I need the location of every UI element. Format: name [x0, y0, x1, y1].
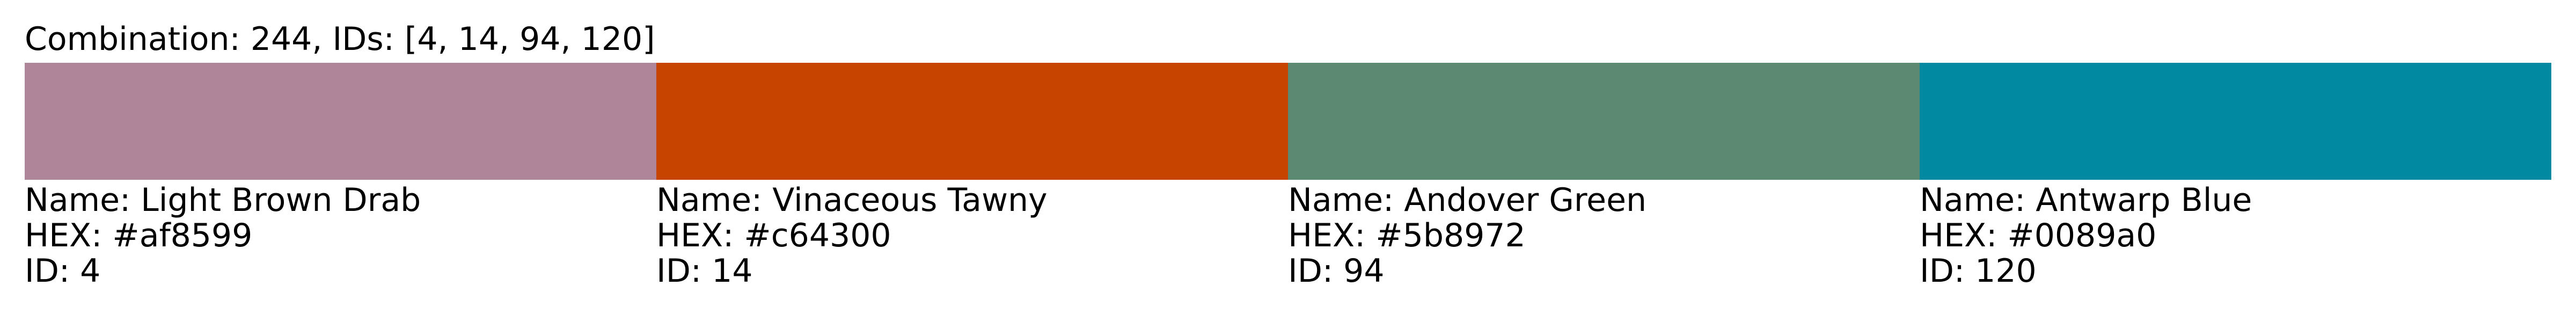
color-id: ID: 94	[1288, 252, 1385, 290]
swatch-antwarp-blue	[1920, 63, 2551, 180]
swatch-light-brown-drab	[25, 63, 656, 180]
color-label-vinaceous-tawny: Name: Vinaceous Tawny HEX: #c64300 ID: 1…	[656, 182, 1288, 289]
color-name: Name: Vinaceous Tawny	[656, 181, 1048, 219]
color-label-andover-green: Name: Andover Green HEX: #5b8972 ID: 94	[1288, 182, 1920, 289]
swatch-andover-green	[1288, 63, 1920, 180]
swatch-vinaceous-tawny	[656, 63, 1288, 180]
color-hex: HEX: #0089a0	[1920, 217, 2157, 254]
swatch-strip	[25, 63, 2551, 180]
color-label-light-brown-drab: Name: Light Brown Drab HEX: #af8599 ID: …	[25, 182, 656, 289]
color-name: Name: Andover Green	[1288, 181, 1647, 219]
color-label-antwarp-blue: Name: Antwarp Blue HEX: #0089a0 ID: 120	[1920, 182, 2551, 289]
combination-title: Combination: 244, IDs: [4, 14, 94, 120]	[25, 20, 655, 58]
color-labels: Name: Light Brown Drab HEX: #af8599 ID: …	[25, 182, 2551, 289]
color-hex: HEX: #c64300	[656, 217, 891, 254]
color-name: Name: Light Brown Drab	[25, 181, 421, 219]
color-hex: HEX: #af8599	[25, 217, 253, 254]
color-id: ID: 14	[656, 252, 753, 290]
color-hex: HEX: #5b8972	[1288, 217, 1526, 254]
color-id: ID: 120	[1920, 252, 2037, 290]
color-name: Name: Antwarp Blue	[1920, 181, 2252, 219]
color-id: ID: 4	[25, 252, 101, 290]
